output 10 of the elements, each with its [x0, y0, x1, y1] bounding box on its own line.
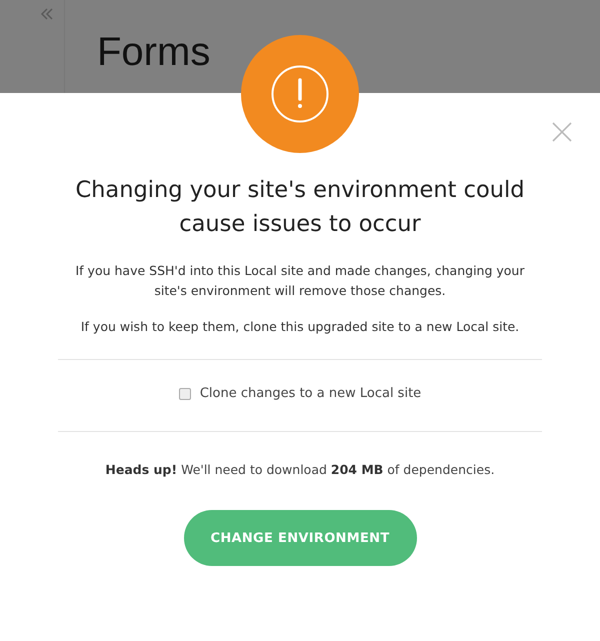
dialog-text: If you wish to keep them, clone this upgraded site to a new Local site.	[80, 318, 520, 336]
download-notice: Heads up! We'll need to download 204 MB of dependencies.	[105, 462, 495, 477]
checkbox[interactable]	[178, 388, 191, 400]
close-icon[interactable]	[552, 122, 572, 142]
exclamation-icon	[271, 65, 329, 123]
dialog-text: If you have SSH'd into this Local site and made changes, changing your site's environment will remove those changes.	[74, 262, 526, 300]
clone-checkbox[interactable]: Clone changes to a new Local site	[178, 386, 422, 401]
page-title: Forms	[97, 30, 210, 76]
collapse-icon[interactable]	[40, 8, 54, 20]
dialog-title: Changing your site's environment could cause issues to occur	[74, 176, 526, 239]
